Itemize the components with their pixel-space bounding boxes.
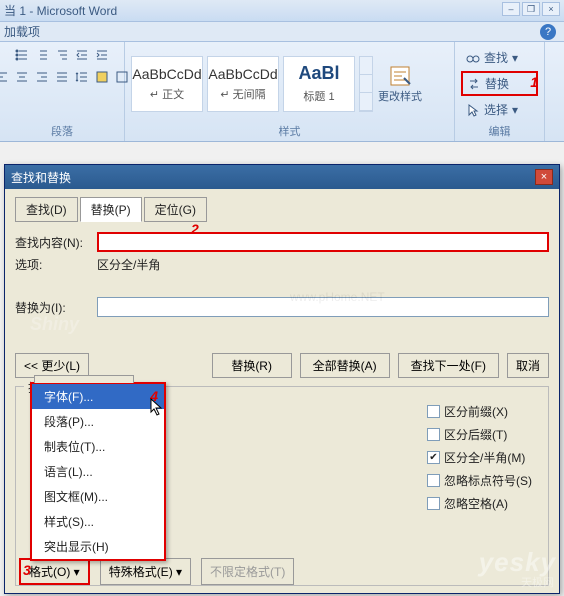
do-replace-button[interactable]: 替换(R) [212, 353, 292, 378]
tab-goto[interactable]: 定位(G) [144, 197, 207, 222]
menu-item-paragraph[interactable]: 段落(P)... [32, 409, 164, 434]
annotation-1: 1 [530, 74, 538, 90]
change-styles-button[interactable]: 更改样式 [377, 56, 423, 112]
menu-item-style[interactable]: 样式(S)... [32, 509, 164, 534]
format-button[interactable]: 3 格式(O) ▾ [19, 558, 90, 585]
style-gallery-scroll[interactable] [359, 56, 373, 112]
help-icon[interactable]: ? [540, 24, 556, 40]
cancel-button[interactable]: 取消 [507, 353, 549, 378]
special-format-button[interactable]: 特殊格式(E) ▾ [100, 558, 191, 585]
window-controls: – ❐ × [502, 2, 560, 16]
replace-input[interactable] [97, 297, 549, 317]
check-space[interactable]: 忽略空格(A) [427, 495, 532, 512]
check-fullhalf[interactable]: ✔区分全/半角(M) [427, 449, 532, 466]
indent-decrease-icon[interactable] [73, 46, 91, 64]
menu-connector [34, 375, 134, 383]
menu-item-frame[interactable]: 图文框(M)... [32, 484, 164, 509]
ribbon-tab-bar: 加载项 ? [0, 22, 564, 42]
align-right-icon[interactable] [33, 68, 51, 86]
list-number-icon[interactable] [33, 46, 51, 64]
replace-label: 替换为(I): [15, 299, 91, 316]
replace-button[interactable]: 替换 1 [461, 71, 538, 96]
dialog-title: 查找和替换 [11, 169, 71, 186]
annotation-2: 2 [191, 221, 199, 237]
annotation-3: 3 [23, 562, 31, 578]
menu-item-tabs[interactable]: 制表位(T)... [32, 434, 164, 459]
change-styles-icon [388, 64, 412, 88]
check-punct[interactable]: 忽略标点符号(S) [427, 472, 532, 489]
ribbon-group-editing: 查找 ▾ 替换 1 选择 ▾ 编辑 [455, 42, 545, 141]
ribbon-group-styles: AaBbCcDd ↵ 正文 AaBbCcDd ↵ 无间隔 AaBl 标题 1 更… [125, 42, 455, 141]
group-label-styles: 样式 [131, 121, 448, 139]
align-justify-icon[interactable] [53, 68, 71, 86]
select-button[interactable]: 选择 ▾ [461, 98, 538, 121]
replace-all-button[interactable]: 全部替换(A) [300, 353, 390, 378]
list-multilevel-icon[interactable] [53, 46, 71, 64]
shading-icon[interactable] [93, 68, 111, 86]
option-label: 选项: [15, 256, 91, 273]
align-center-icon[interactable] [13, 68, 31, 86]
dialog-tabs: 查找(D) 替换(P) 定位(G) [15, 197, 549, 222]
option-value: 区分全/半角 [97, 256, 160, 273]
check-suffix[interactable]: 区分后缀(T) [427, 426, 532, 443]
indent-increase-icon[interactable] [93, 46, 111, 64]
tab-find[interactable]: 查找(D) [15, 197, 78, 222]
binoculars-icon [466, 51, 480, 65]
ribbon: 段落 AaBbCcDd ↵ 正文 AaBbCcDd ↵ 无间隔 AaBl 标题 … [0, 42, 564, 142]
find-label: 查找内容(N): [15, 234, 91, 251]
ribbon-tab-addins[interactable]: 加载项 [4, 23, 40, 40]
dialog-titlebar[interactable]: 查找和替换 × [5, 165, 559, 189]
ribbon-group-paragraph: 段落 [0, 42, 125, 141]
restore-button[interactable]: ❐ [522, 2, 540, 16]
dialog-close-button[interactable]: × [535, 169, 553, 185]
no-format-button[interactable]: 不限定格式(T) [201, 558, 294, 585]
group-label-paragraph: 段落 [6, 121, 118, 139]
line-spacing-icon[interactable] [73, 68, 91, 86]
find-input[interactable] [97, 232, 549, 252]
list-bullet-icon[interactable] [13, 46, 31, 64]
align-left-icon[interactable] [0, 68, 11, 86]
cursor-icon [466, 103, 480, 117]
group-label-editing: 编辑 [461, 121, 538, 139]
menu-item-language[interactable]: 语言(L)... [32, 459, 164, 484]
app-title: 当 1 - Microsoft Word [4, 2, 117, 19]
find-next-button[interactable]: 查找下一处(F) [398, 353, 499, 378]
style-nospacing[interactable]: AaBbCcDd ↵ 无间隔 [207, 56, 279, 112]
menu-item-highlight[interactable]: 突出显示(H) [32, 534, 164, 559]
minimize-button[interactable]: – [502, 2, 520, 16]
replace-icon [467, 77, 481, 91]
style-heading1[interactable]: AaBl 标题 1 [283, 56, 355, 112]
style-normal[interactable]: AaBbCcDd ↵ 正文 [131, 56, 203, 112]
mouse-cursor-icon [150, 398, 166, 418]
tab-replace[interactable]: 替换(P) [80, 197, 142, 222]
checkbox-column: 区分前缀(X) 区分后缀(T) ✔区分全/半角(M) 忽略标点符号(S) 忽略空… [427, 403, 532, 512]
app-title-bar: 当 1 - Microsoft Word – ❐ × [0, 0, 564, 22]
close-button[interactable]: × [542, 2, 560, 16]
format-popup-menu: 字体(F)... 4 段落(P)... 制表位(T)... 语言(L)... 图… [30, 382, 166, 561]
menu-item-font[interactable]: 字体(F)... [32, 384, 164, 409]
check-prefix[interactable]: 区分前缀(X) [427, 403, 532, 420]
find-button[interactable]: 查找 ▾ [461, 46, 538, 69]
